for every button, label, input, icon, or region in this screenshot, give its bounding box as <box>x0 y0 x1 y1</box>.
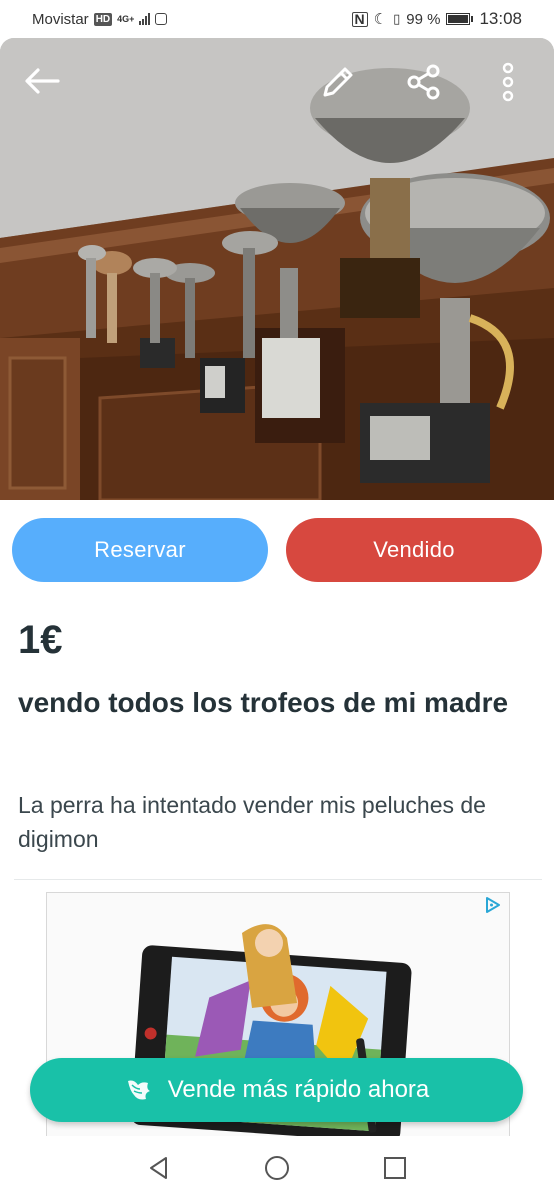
status-bar: Movistar HD 4G+ N ☾ ▯ 99 % 13:08 <box>0 0 554 38</box>
listing-price: 1€ <box>18 618 63 662</box>
nav-recents-icon <box>384 1157 406 1179</box>
divider <box>14 879 542 880</box>
nfc-icon: N <box>351 11 368 27</box>
edit-button[interactable] <box>316 60 360 104</box>
listing-description: La perra ha intentado vender mis peluche… <box>18 792 486 852</box>
sell-faster-label: Vende más rápido ahora <box>167 1076 430 1103</box>
share-icon <box>407 64 440 100</box>
nav-recents-button[interactable] <box>336 1156 454 1180</box>
notification-icon <box>155 13 168 25</box>
network-type: 4G+ <box>117 14 135 24</box>
listing-photo[interactable] <box>0 38 554 500</box>
pencil-icon <box>323 67 353 97</box>
battery-percent: 99 % <box>406 10 441 28</box>
moon-icon: ☾ <box>373 11 388 28</box>
nav-back-button[interactable] <box>100 1155 218 1181</box>
nav-home-icon <box>265 1156 289 1180</box>
listing-title: vendo todos los trofeos de mi madre <box>18 687 509 718</box>
reserve-button[interactable]: Reservar <box>12 518 268 582</box>
status-right: N ☾ ▯ 99 % 13:08 <box>351 9 522 29</box>
system-nav-bar <box>0 1136 554 1200</box>
more-vertical-icon <box>502 62 514 102</box>
sell-faster-button[interactable]: Vende más rápido ahora <box>30 1058 523 1122</box>
arrow-left-icon <box>25 68 60 94</box>
adchoices-icon <box>486 897 500 913</box>
carrier-name: Movistar <box>32 10 89 28</box>
wing-icon <box>127 1080 150 1100</box>
nav-home-button[interactable] <box>218 1154 336 1182</box>
trophies-photo <box>0 38 554 500</box>
adchoices-button[interactable] <box>483 895 503 920</box>
battery-icon <box>446 13 471 25</box>
signal-icon <box>139 13 151 25</box>
clock: 13:08 <box>479 9 522 28</box>
status-left: Movistar HD 4G+ <box>32 10 168 28</box>
more-button[interactable] <box>486 60 530 104</box>
share-button[interactable] <box>402 60 446 104</box>
hd-badge: HD <box>93 12 113 26</box>
back-button[interactable] <box>20 59 64 103</box>
sold-button[interactable]: Vendido <box>286 518 542 582</box>
nav-back-icon <box>150 1157 167 1179</box>
vibrate-icon: ▯ <box>393 11 401 26</box>
